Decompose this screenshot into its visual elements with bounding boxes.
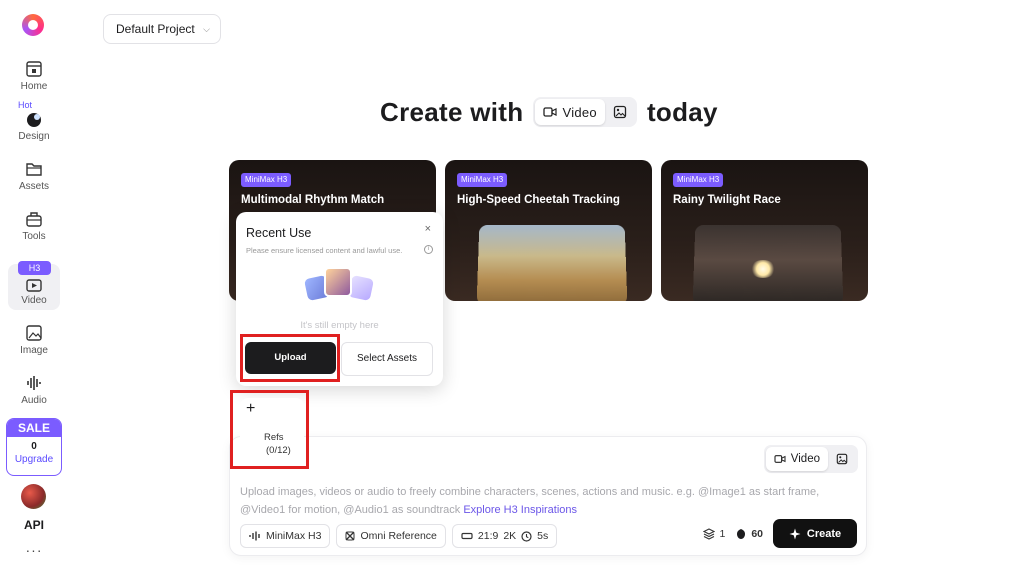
create-label: Create (806, 527, 842, 540)
card-thumbnail (692, 225, 844, 301)
sidebar-item-tools[interactable]: Tools (8, 206, 60, 250)
headline-suffix: today (646, 96, 718, 127)
info-icon[interactable]: i (424, 245, 433, 254)
mode-toggle: Video (533, 97, 637, 127)
reference-mode-selector[interactable]: Omni Reference (336, 524, 446, 548)
explore-inspirations-link[interactable]: Explore H3 Inspirations (463, 504, 577, 516)
sidebar-item-image[interactable]: Image (8, 320, 60, 364)
image-icon (836, 453, 848, 465)
more-menu-icon[interactable]: ··· (0, 542, 68, 558)
empty-state-illustration (303, 267, 376, 305)
waveform-icon (249, 531, 260, 541)
duration-label: 5s (537, 530, 549, 542)
sidebar-item-label: Home (20, 81, 48, 92)
composer-actions: 1 60 Create (703, 519, 857, 548)
sidebar-item-audio[interactable]: Audio (8, 370, 60, 414)
video-camera-icon (543, 107, 558, 117)
popup-title: Recent Use (246, 226, 312, 240)
chevron-down-icon: ⌵ (203, 24, 210, 34)
sidebar-item-label: Audio (21, 395, 47, 406)
close-icon[interactable]: × (425, 223, 431, 235)
model-tag: MiniMax H3 (241, 173, 292, 187)
credit-cost: 60 (735, 528, 763, 540)
composer-mode-label: Video (790, 453, 820, 465)
prompt-composer: Video Upload images, videos or audio to … (229, 436, 867, 556)
output-count-value: 1 (719, 527, 726, 540)
home-icon (26, 61, 42, 77)
inspiration-card[interactable]: MiniMax H3 High-Speed Cheetah Tracking (445, 160, 652, 301)
headline-prefix: Create with (380, 96, 524, 127)
design-icon (27, 113, 41, 127)
composer-mode-image-button[interactable] (828, 447, 856, 471)
project-selector[interactable]: Default Project ⌵ (103, 14, 221, 44)
reference-icon (345, 531, 355, 541)
upload-highlight (240, 334, 340, 382)
mode-image-button[interactable] (605, 99, 635, 125)
api-link[interactable]: API (0, 518, 68, 532)
card-title: Rainy Twilight Race (673, 194, 781, 206)
video-camera-icon (774, 455, 786, 463)
settings-chips: MiniMax H3 Omni Reference 21:9 2K 5s (240, 524, 558, 548)
avatar[interactable] (21, 484, 46, 509)
output-count[interactable]: 1 (703, 528, 725, 540)
sparkle-icon (789, 528, 801, 539)
clock-icon (521, 530, 532, 542)
page-title: Create with Video today (380, 92, 718, 132)
sidebar: Home Hot Design Assets Tools Video H3 Im… (0, 0, 68, 576)
sale-title: SALE (7, 419, 61, 437)
select-assets-button[interactable]: Select Assets (341, 342, 433, 376)
empty-media-tile (324, 267, 352, 297)
sidebar-item-assets[interactable]: Assets (8, 156, 60, 200)
layers-icon (703, 527, 716, 540)
h3-badge: H3 (18, 261, 51, 275)
audio-icon (27, 376, 41, 390)
aspect-ratio-icon (461, 532, 473, 540)
create-button[interactable]: Create (773, 519, 857, 548)
folder-icon (26, 163, 42, 176)
license-note: Please ensure licensed content and lawfu… (246, 246, 403, 255)
toolbox-icon (26, 212, 42, 227)
sidebar-item-label: Design (18, 131, 50, 142)
sidebar-item-label: Tools (22, 231, 46, 242)
mode-video-button[interactable]: Video (535, 99, 605, 125)
project-name: Default Project (116, 22, 195, 36)
aspect-ratio-label: 21:9 (477, 530, 499, 542)
sidebar-item-design[interactable]: Design (8, 106, 60, 150)
sidebar-item-home[interactable]: Home (8, 56, 60, 100)
model-tag: MiniMax H3 (457, 173, 508, 187)
sale-value: 0 (31, 441, 37, 452)
card-title: High-Speed Cheetah Tracking (457, 194, 620, 206)
video-icon (26, 279, 42, 292)
output-settings-selector[interactable]: 21:9 2K 5s (451, 524, 558, 548)
image-icon (26, 325, 42, 341)
credit-cost-value: 60 (751, 527, 763, 540)
upgrade-sale-card[interactable]: SALE 0 Upgrade (6, 418, 62, 476)
sidebar-item-label: Video (21, 295, 47, 306)
model-tag: MiniMax H3 (673, 173, 724, 187)
reference-label: Omni Reference (360, 530, 437, 542)
card-thumbnail (476, 225, 628, 301)
credits-icon (737, 528, 746, 539)
prompt-input[interactable]: Upload images, videos or audio to freely… (240, 483, 850, 519)
inspiration-card[interactable]: MiniMax H3 Rainy Twilight Race (661, 160, 868, 301)
mode-video-label: Video (562, 104, 597, 120)
empty-state-text: It's still empty here (300, 320, 379, 331)
sidebar-item-label: Assets (18, 181, 49, 192)
image-icon (613, 105, 627, 119)
refs-highlight (230, 390, 309, 469)
model-label: MiniMax H3 (266, 530, 322, 542)
composer-mode-toggle: Video (763, 445, 858, 473)
composer-mode-video-button[interactable]: Video (765, 447, 828, 471)
model-selector[interactable]: MiniMax H3 (240, 524, 331, 548)
sidebar-item-label: Image (20, 345, 48, 356)
upgrade-link[interactable]: Upgrade (7, 454, 61, 465)
app-root: Home Hot Design Assets Tools Video H3 Im… (0, 0, 1024, 576)
app-logo[interactable] (22, 14, 44, 36)
resolution-label: 2K (503, 530, 517, 542)
card-title: Multimodal Rhythm Match (241, 194, 385, 206)
